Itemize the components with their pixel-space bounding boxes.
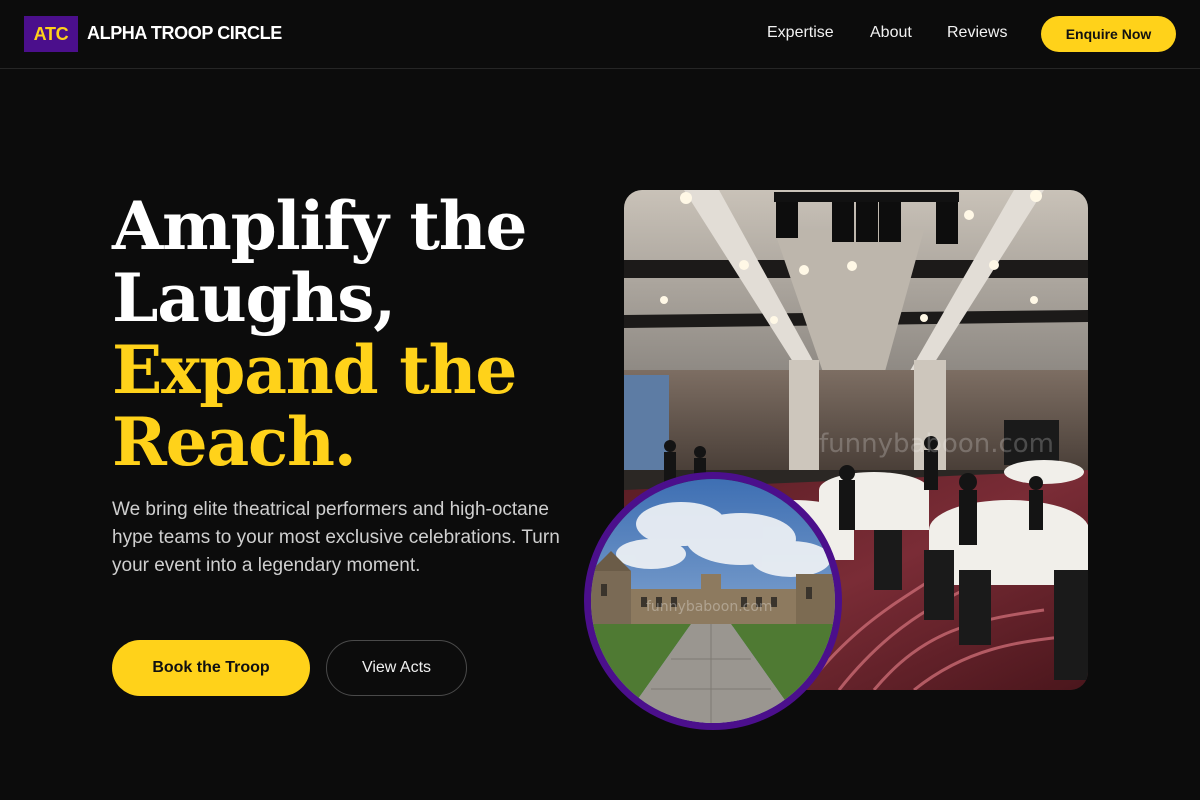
view-acts-button[interactable]: View Acts — [326, 640, 467, 696]
logo-badge[interactable]: ATC — [24, 16, 78, 52]
nav-link-reviews[interactable]: Reviews — [947, 24, 1007, 42]
svg-text:funnybaboon.com: funnybaboon.com — [819, 429, 1054, 459]
brand-name[interactable]: ALPHA TROOP CIRCLE — [87, 23, 282, 44]
headline-line-2: Laughs, — [112, 259, 396, 337]
svg-text:funnybaboon.com: funnybaboon.com — [646, 599, 773, 615]
headline-line-1: Amplify the — [112, 187, 528, 265]
top-navbar: ATC ALPHA TROOP CIRCLE Expertise About R… — [0, 0, 1200, 69]
headline-line-3: Expand the — [112, 331, 517, 409]
enquire-now-button[interactable]: Enquire Now — [1041, 16, 1176, 52]
nav-link-expertise[interactable]: Expertise — [767, 24, 834, 42]
book-the-troop-button[interactable]: Book the Troop — [112, 640, 310, 696]
hero-subtext: We bring elite theatrical performers and… — [112, 499, 560, 576]
headline-line-4: Reach. — [112, 403, 357, 481]
hero-headline: Amplify the Laughs, Expand the Reach. — [112, 190, 582, 478]
nav-link-about[interactable]: About — [870, 24, 912, 42]
campus-quad-image: funnybaboon.com — [584, 472, 842, 730]
